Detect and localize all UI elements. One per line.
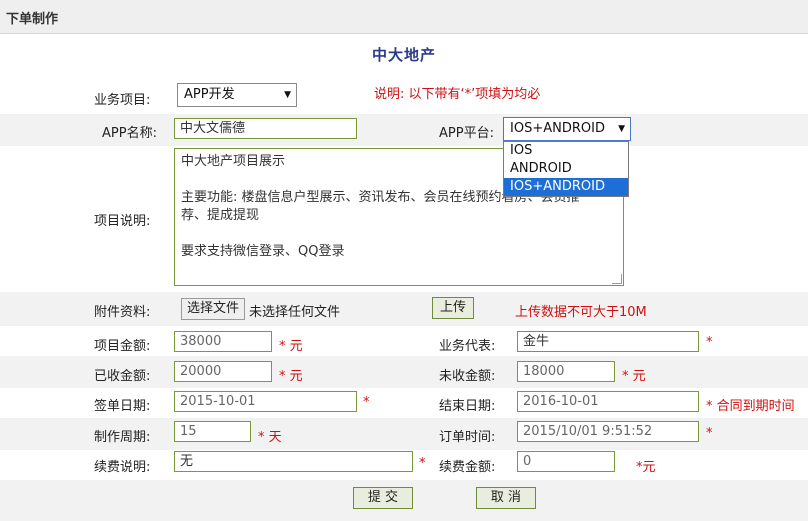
app-platform-select-value: IOS+ANDROID xyxy=(510,121,605,136)
end-date-label: 结束日期: xyxy=(439,399,496,414)
app-name-input[interactable]: 中大文儒德 xyxy=(174,118,357,139)
business-label: 业务项目: xyxy=(94,93,151,108)
header-title: 下单制作 xyxy=(6,12,59,27)
app-platform-select[interactable]: IOS+ANDROID ▼ xyxy=(503,117,631,141)
period-unit: * 天 xyxy=(258,430,282,445)
received-label: 已收金额: xyxy=(94,369,151,384)
attachment-row: 附件资料: 选择文件 未选择任何文件 上传 上传数据不可大于10M xyxy=(0,292,808,326)
unreceived-input[interactable]: 18000 xyxy=(517,361,615,382)
rep-star: * xyxy=(706,335,713,350)
platform-option-ios[interactable]: IOS xyxy=(504,142,628,160)
business-select[interactable]: APP开发 ▼ xyxy=(177,83,297,107)
app-name-label: APP名称: xyxy=(102,126,157,141)
app-platform-dropdown: IOS ANDROID IOS+ANDROID xyxy=(503,141,629,197)
chevron-down-icon: ▼ xyxy=(618,124,625,134)
renew-desc-label: 续费说明: xyxy=(94,460,151,475)
end-date-input[interactable]: 2016-10-01 xyxy=(517,391,699,412)
platform-option-android[interactable]: ANDROID xyxy=(504,160,628,178)
sign-date-star: * xyxy=(363,395,370,410)
choose-file-button[interactable]: 选择文件 xyxy=(181,298,245,320)
app-row: APP名称: 中大文儒德 APP平台: IOS+ANDROID ▼ xyxy=(0,114,808,146)
upload-button[interactable]: 上传 xyxy=(432,297,474,319)
end-date-note: * 合同到期时间 xyxy=(706,399,795,414)
unreceived-label: 未收金额: xyxy=(439,369,496,384)
amount-unit: * 元 xyxy=(279,339,303,354)
rep-label: 业务代表: xyxy=(439,339,496,354)
description-label: 项目说明: xyxy=(94,214,151,229)
order-time-input[interactable]: 2015/10/01 9:51:52 xyxy=(517,421,699,442)
submit-button[interactable]: 提 交 xyxy=(353,487,413,509)
renew-desc-star: * xyxy=(419,456,426,471)
amount-label: 项目金额: xyxy=(94,339,151,354)
renew-amount-label: 续费金额: xyxy=(439,460,496,475)
received-unit: * 元 xyxy=(279,369,303,384)
required-note: 说明: 以下带有‘*’项填为均必 xyxy=(374,87,541,102)
description-line: 荐、提成提现 xyxy=(181,208,260,223)
attachment-label: 附件资料: xyxy=(94,305,151,320)
renew-desc-input[interactable]: 无 xyxy=(174,451,413,472)
period-label: 制作周期: xyxy=(94,430,151,445)
order-time-label: 订单时间: xyxy=(439,430,496,445)
app-platform-label: APP平台: xyxy=(439,126,494,141)
order-time-star: * xyxy=(706,426,713,441)
upload-note: 上传数据不可大于10M xyxy=(515,305,647,320)
unreceived-unit: * 元 xyxy=(622,369,646,384)
rep-input[interactable]: 金牛 xyxy=(517,331,699,352)
description-line: 要求支持微信登录、QQ登录 xyxy=(181,244,345,259)
no-file-text: 未选择任何文件 xyxy=(249,305,341,320)
period-input[interactable]: 15 xyxy=(174,421,251,442)
business-row: 业务项目: APP开发 ▼ 说明: 以下带有‘*’项填为均必 xyxy=(0,80,808,114)
page-title: 中大地产 xyxy=(371,46,436,64)
resize-handle-icon[interactable] xyxy=(612,274,622,284)
page-header: 下单制作 xyxy=(0,0,808,34)
sign-date-input[interactable]: 2015-10-01 xyxy=(174,391,357,412)
amount-input[interactable]: 38000 xyxy=(174,331,272,352)
renew-amount-input[interactable]: 0 xyxy=(517,451,615,472)
received-input[interactable]: 20000 xyxy=(174,361,272,382)
platform-option-ios-android[interactable]: IOS+ANDROID xyxy=(504,178,628,196)
chevron-down-icon: ▼ xyxy=(284,90,291,100)
sign-date-label: 签单日期: xyxy=(94,399,151,414)
cancel-button[interactable]: 取 消 xyxy=(476,487,536,509)
renew-amount-unit: *元 xyxy=(636,460,656,475)
business-select-value: APP开发 xyxy=(184,87,235,102)
